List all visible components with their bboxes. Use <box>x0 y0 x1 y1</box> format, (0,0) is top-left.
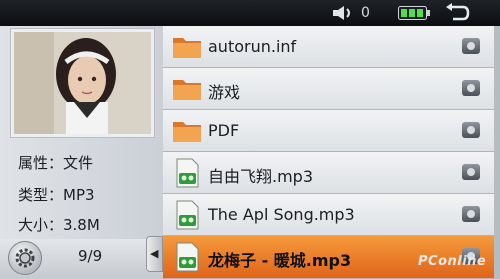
list-item[interactable]: PDF <box>163 110 500 152</box>
file-attribute: 属性：文件 <box>18 154 94 172</box>
list-item[interactable]: The Apl Song.mp3 <box>163 194 500 236</box>
back-icon[interactable] <box>443 3 471 23</box>
list-item[interactable]: 游戏 <box>163 68 500 110</box>
file-options-icon[interactable] <box>462 206 480 222</box>
folder-icon <box>173 122 201 142</box>
page-counter: 9/9 <box>78 247 103 265</box>
file-name: 自由飞翔.mp3 <box>208 167 314 186</box>
list-item[interactable]: 自由飞翔.mp3 <box>163 152 500 194</box>
volume-level: 0 <box>361 5 370 21</box>
file-type: 类型：MP3 <box>18 186 95 204</box>
panel-footer: 9/9 <box>0 239 163 279</box>
file-list: autorun.inf 游戏 PDF 自由飞翔.mp3 The Apl Song… <box>163 26 500 279</box>
scrollbar[interactable] <box>494 26 500 279</box>
file-name: 游戏 <box>208 83 241 102</box>
settings-button[interactable] <box>8 241 42 275</box>
chevron-left-icon: ◀ <box>150 247 159 260</box>
list-item[interactable]: autorun.inf <box>163 26 500 68</box>
file-info-panel: 属性：文件 类型：MP3 大小：3.8M 9/9 <box>0 26 163 279</box>
battery-icon <box>398 6 430 20</box>
folder-icon <box>173 80 201 100</box>
album-art-frame <box>10 28 155 138</box>
file-size: 大小：3.8M <box>18 216 100 234</box>
gear-icon <box>15 248 35 268</box>
music-file-icon <box>176 200 199 230</box>
file-options-icon[interactable] <box>462 80 480 96</box>
file-name: 龙梅子 - 暖城.mp3 <box>208 251 352 270</box>
status-bar: 0 <box>0 0 500 26</box>
file-options-icon[interactable] <box>462 164 480 180</box>
album-art-image <box>14 32 151 134</box>
collapse-panel-button[interactable]: ◀ <box>146 236 163 272</box>
watermark-logo: PConline <box>418 254 487 269</box>
file-name: The Apl Song.mp3 <box>208 205 355 224</box>
file-name: PDF <box>208 121 240 140</box>
volume-icon[interactable] <box>332 5 354 21</box>
folder-icon <box>173 38 201 58</box>
file-options-icon[interactable] <box>462 122 480 138</box>
music-file-icon <box>176 158 199 188</box>
file-options-icon[interactable] <box>462 38 480 54</box>
file-name: autorun.inf <box>208 37 297 56</box>
music-file-icon <box>176 242 199 272</box>
